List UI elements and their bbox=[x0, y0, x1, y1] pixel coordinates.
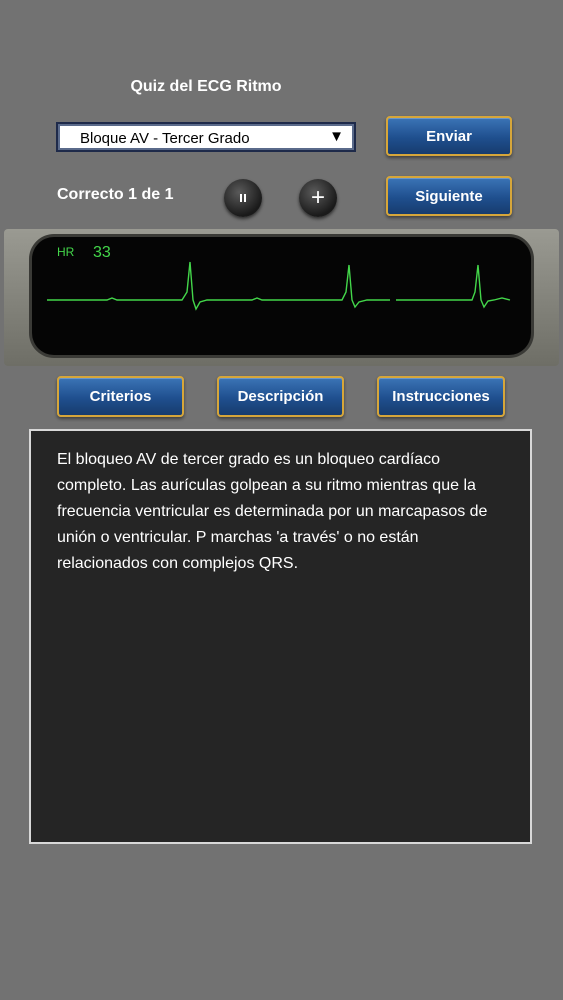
ecg-monitor: HR 33 bbox=[4, 229, 559, 366]
criteria-button[interactable]: Criterios bbox=[57, 376, 184, 417]
submit-button[interactable]: Enviar bbox=[386, 116, 512, 156]
plus-button[interactable]: + bbox=[299, 179, 337, 217]
description-text: El bloqueo AV de tercer grado es un bloq… bbox=[57, 451, 488, 572]
description-panel: El bloqueo AV de tercer grado es un bloq… bbox=[29, 429, 532, 844]
rhythm-select[interactable]: Bloque AV - Tercer Grado ▼ bbox=[56, 122, 356, 152]
pause-icon bbox=[240, 194, 246, 202]
ecg-trace bbox=[47, 261, 511, 311]
next-button[interactable]: Siguiente bbox=[386, 176, 512, 216]
score-text: Correcto 1 de 1 bbox=[57, 186, 174, 203]
plus-icon: + bbox=[310, 184, 325, 211]
page-title: Quiz del ECG Ritmo bbox=[130, 78, 282, 95]
rhythm-select-value: Bloque AV - Tercer Grado bbox=[80, 130, 250, 147]
ecg-screen: HR 33 bbox=[32, 237, 531, 355]
dropdown-arrow-icon: ▼ bbox=[329, 128, 344, 145]
instructions-button[interactable]: Instrucciones bbox=[377, 376, 505, 417]
pause-button[interactable] bbox=[224, 179, 262, 217]
description-button[interactable]: Descripción bbox=[217, 376, 344, 417]
